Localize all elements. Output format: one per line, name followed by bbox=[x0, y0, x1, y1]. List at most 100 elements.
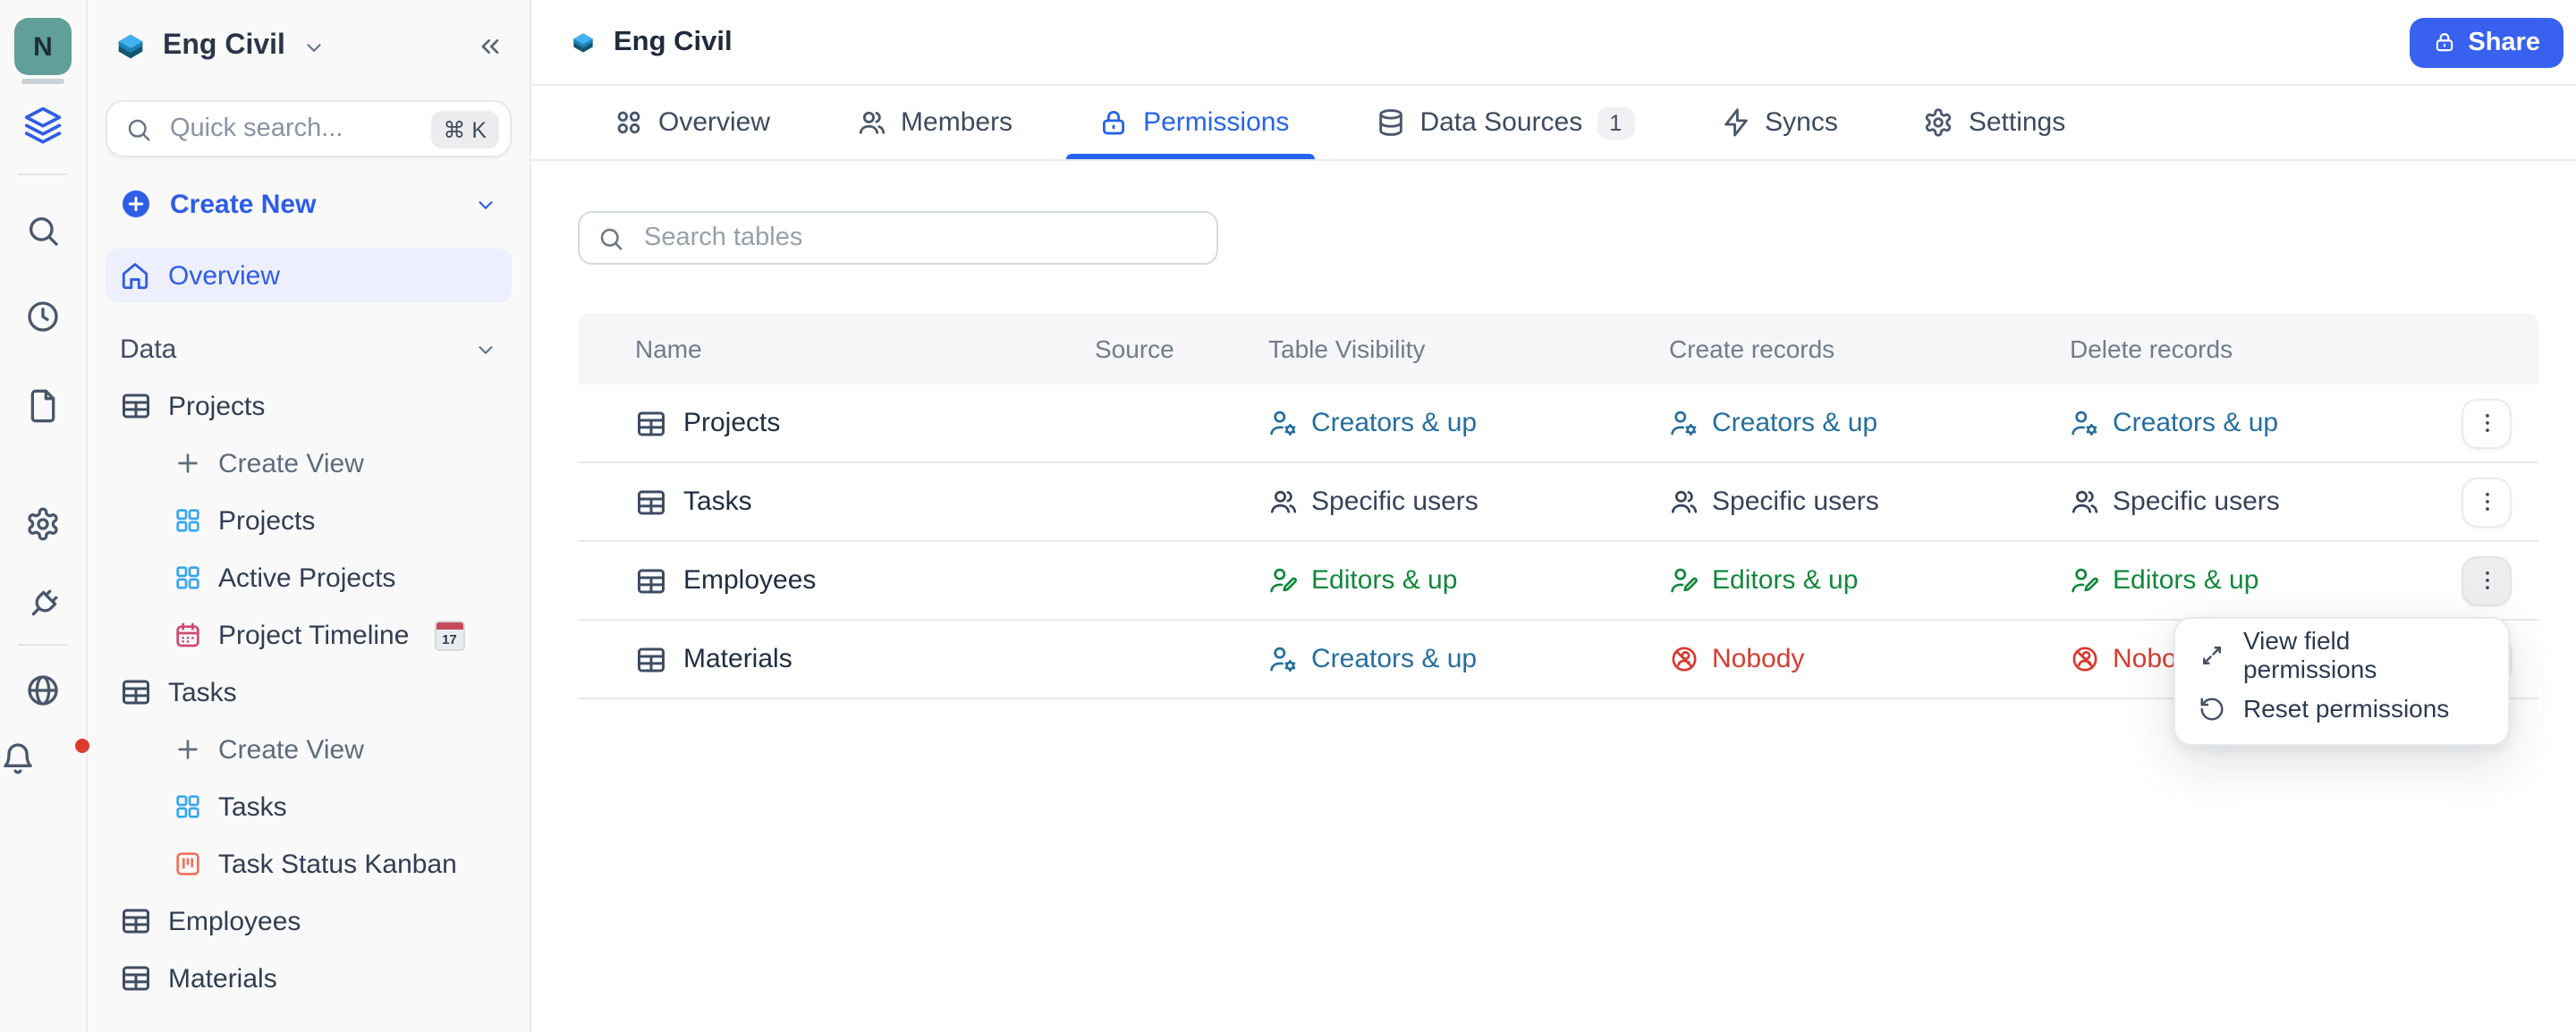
table-name-cell: Projects bbox=[635, 407, 1095, 439]
users-icon bbox=[2072, 490, 2098, 513]
chevronDown-icon bbox=[479, 345, 493, 353]
calendar-emoji: 17 bbox=[434, 620, 465, 650]
rail-search-button[interactable] bbox=[25, 213, 61, 249]
hexlogo-icon bbox=[573, 32, 593, 52]
sidebar-item-overview[interactable]: Overview bbox=[106, 249, 512, 302]
tab-settings[interactable]: Settings bbox=[1924, 86, 2065, 159]
grid-icon bbox=[176, 566, 199, 589]
permission-cell[interactable]: Creators & up bbox=[1669, 408, 2070, 438]
permission-label: Creators & up bbox=[1311, 644, 1478, 674]
permission-label: Specific users bbox=[1311, 486, 1479, 517]
database-icon bbox=[1378, 109, 1402, 136]
sidebar-item-active-projects[interactable]: Active Projects bbox=[106, 549, 512, 606]
search-tables-box[interactable] bbox=[578, 211, 1218, 265]
sidebar-item-employees[interactable]: Employees bbox=[106, 892, 512, 950]
rail-layers-button[interactable] bbox=[23, 106, 63, 145]
table-name: Tasks bbox=[683, 486, 752, 517]
user-avatar[interactable]: N bbox=[14, 18, 72, 75]
search-icon bbox=[30, 216, 58, 246]
collapse-sidebar-button[interactable] bbox=[476, 32, 504, 61]
bell-icon bbox=[4, 743, 32, 774]
sidebar-item-tasks[interactable]: Tasks bbox=[106, 778, 512, 835]
zap-icon bbox=[1724, 108, 1747, 137]
permission-cell[interactable]: Editors & up bbox=[2070, 565, 2456, 596]
share-button[interactable]: Share bbox=[2409, 17, 2563, 67]
rail-bell-button[interactable] bbox=[0, 737, 91, 776]
plus-circle-icon bbox=[120, 188, 152, 220]
main-header: Eng Civil Share bbox=[531, 0, 2576, 86]
search-tables-input[interactable] bbox=[640, 222, 1199, 254]
tab-members[interactable]: Members bbox=[856, 86, 1013, 159]
permission-cell[interactable]: Editors & up bbox=[1669, 565, 2070, 596]
tab-data-sources[interactable]: Data Sources 1 bbox=[1375, 86, 1635, 159]
tab-overview[interactable]: Overview bbox=[614, 86, 770, 159]
permission-cell[interactable]: Nobody bbox=[1669, 644, 2070, 674]
search-icon bbox=[597, 224, 624, 251]
tab-badge: 1 bbox=[1597, 106, 1635, 139]
tree-item-label: Projects bbox=[168, 391, 266, 421]
rail-clock-button[interactable] bbox=[25, 299, 61, 334]
tab-syncs[interactable]: Syncs bbox=[1720, 86, 1838, 159]
quick-search-box[interactable]: ⌘ K bbox=[106, 100, 512, 157]
permission-cell[interactable]: Specific users bbox=[2070, 486, 2456, 517]
sidebar-item-create-view[interactable]: Create View bbox=[106, 435, 512, 492]
permission-cell[interactable]: Editors & up bbox=[1268, 565, 1669, 596]
workspace-header[interactable]: Eng Civil bbox=[106, 23, 512, 70]
menu-item-view-field-permissions[interactable]: View field permissions bbox=[2184, 626, 2499, 683]
userCog-icon bbox=[1270, 410, 1296, 436]
permission-cell[interactable]: Creators & up bbox=[2070, 408, 2456, 438]
sidebar-item-task-status-kanban[interactable]: Task Status Kanban bbox=[106, 835, 512, 892]
chevron-down-icon[interactable] bbox=[303, 35, 326, 58]
sidebar-tree: Projects Create View Projects Active Projec… bbox=[106, 377, 512, 1007]
sidebar-item-projects[interactable]: Projects bbox=[106, 377, 512, 435]
plug-icon bbox=[31, 589, 58, 616]
menu-item-reset-permissions[interactable]: Reset permissions bbox=[2184, 681, 2499, 735]
plus-icon bbox=[178, 740, 198, 759]
tree-item-label: Create View bbox=[218, 734, 364, 765]
row-context-menu: View field permissions Reset permissions bbox=[2174, 617, 2510, 746]
row-more-button[interactable] bbox=[2462, 477, 2512, 527]
home-icon bbox=[120, 260, 150, 291]
tab-label: Data Sources bbox=[1419, 107, 1583, 138]
create-new-button[interactable]: Create New bbox=[106, 177, 512, 231]
table-icon bbox=[638, 647, 665, 672]
rail-file-button[interactable] bbox=[25, 388, 61, 424]
row-more-button[interactable] bbox=[2462, 555, 2512, 605]
rail-globe-button[interactable] bbox=[25, 672, 61, 708]
table-row-projects: Projects Creators & up Creators & up Creato… bbox=[578, 385, 2538, 463]
tree-item-label: Project Timeline bbox=[218, 620, 410, 650]
tab-permissions[interactable]: Permissions bbox=[1066, 86, 1314, 159]
sidebar-item-projects[interactable]: Projects bbox=[106, 492, 512, 549]
grid-icon bbox=[176, 509, 199, 532]
sidebar-section-data[interactable]: Data bbox=[106, 324, 512, 374]
row-more-button[interactable] bbox=[2462, 398, 2512, 448]
rail-plug-button[interactable] bbox=[25, 587, 61, 622]
icon-rail: N bbox=[0, 0, 91, 1032]
sidebar-item-project-timeline[interactable]: Project Timeline 17 bbox=[106, 606, 512, 664]
menu-item-label: Reset permissions bbox=[2243, 694, 2450, 723]
tab-label: Members bbox=[901, 107, 1013, 138]
permission-cell[interactable]: Creators & up bbox=[1268, 408, 1669, 438]
permission-cell[interactable]: Specific users bbox=[1268, 486, 1669, 517]
sidebar-item-create-view[interactable]: Create View bbox=[106, 721, 512, 778]
permission-cell[interactable]: Specific users bbox=[1669, 486, 2070, 517]
sidebar-item-tasks[interactable]: Tasks bbox=[106, 664, 512, 721]
maximize-icon bbox=[2203, 646, 2221, 664]
workspace-logo-icon bbox=[113, 29, 148, 64]
globe-icon bbox=[28, 675, 58, 706]
userPen-icon bbox=[2072, 568, 2098, 593]
chevron-down-icon bbox=[474, 192, 497, 216]
tab-label: Permissions bbox=[1143, 107, 1290, 138]
table-icon bbox=[123, 393, 149, 419]
gear-icon bbox=[28, 507, 58, 541]
tree-item-label: Tasks bbox=[218, 791, 287, 822]
permission-cell[interactable]: Creators & up bbox=[1268, 644, 1669, 674]
column-header: Table Visibility bbox=[1268, 334, 1426, 363]
tree-item-label: Projects bbox=[218, 505, 316, 536]
quick-search-input[interactable] bbox=[166, 113, 417, 145]
rail-gear-button[interactable] bbox=[25, 506, 61, 542]
table-icon bbox=[638, 489, 665, 514]
page-title: Eng Civil bbox=[614, 26, 733, 56]
sidebar-item-materials[interactable]: Materials bbox=[106, 950, 512, 1007]
table-name-cell: Employees bbox=[635, 564, 1095, 596]
